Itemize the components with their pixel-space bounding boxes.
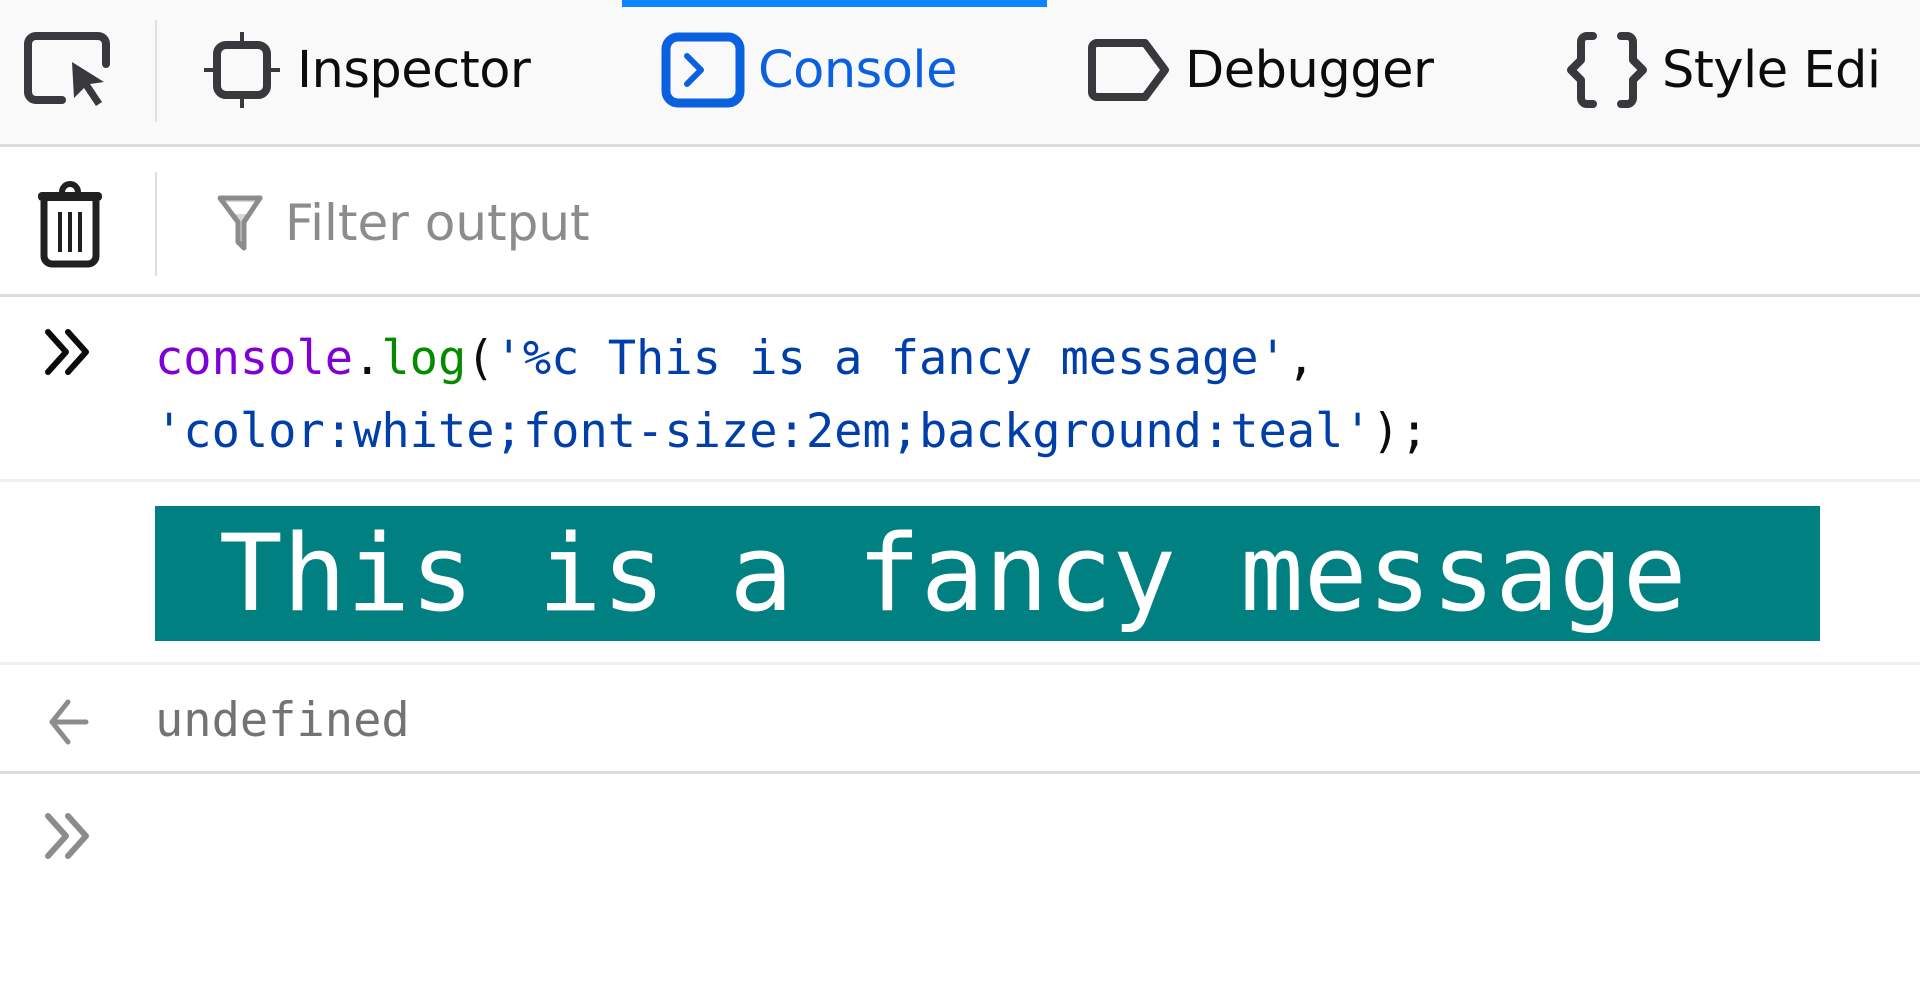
- console-prompt: [0, 777, 1920, 993]
- console-input[interactable]: [155, 797, 1895, 877]
- filter-field[interactable]: [205, 178, 1905, 268]
- styled-log-text: This is a fancy message: [155, 506, 1820, 641]
- tab-console[interactable]: Console: [658, 25, 957, 115]
- code-token-paren: (: [466, 331, 495, 386]
- devtools-toolbar: Inspector Console Debugger Style Edi: [0, 0, 1920, 147]
- console-input-entry: console.log('%c This is a fancy message'…: [0, 300, 1920, 482]
- filter-separator: [155, 172, 157, 276]
- code-token-object: console: [155, 331, 354, 386]
- input-code: console.log('%c This is a fancy message'…: [155, 322, 1428, 468]
- trash-icon: [38, 181, 102, 268]
- tab-style-editor[interactable]: Style Edi: [1562, 25, 1881, 115]
- tab-label: Debugger: [1185, 40, 1434, 100]
- double-chevron-right-icon: [45, 813, 89, 859]
- console-icon: [658, 30, 748, 110]
- code-token-dot: .: [353, 331, 382, 386]
- tab-label: Console: [758, 40, 957, 100]
- filter-input[interactable]: [285, 194, 1785, 252]
- code-token-string: '%c This is a fancy message': [494, 331, 1287, 386]
- element-picker-button[interactable]: [22, 30, 114, 110]
- element-picker-icon: [24, 32, 110, 106]
- arrow-left-icon: [49, 699, 89, 745]
- result-value: undefined: [155, 693, 410, 748]
- code-token-string: 'color:white;font-size:2em;background:te…: [155, 404, 1372, 459]
- code-token-close: );: [1371, 404, 1429, 459]
- console-result-entry: undefined: [0, 668, 1920, 774]
- inspector-icon: [197, 30, 287, 110]
- code-token-method: log: [381, 331, 467, 386]
- console-filter-bar: [0, 150, 1920, 297]
- tab-label: Style Edi: [1662, 40, 1881, 100]
- filter-funnel-icon: [217, 195, 263, 251]
- double-chevron-right-icon: [45, 329, 89, 375]
- tab-debugger[interactable]: Debugger: [1085, 25, 1434, 115]
- toolbar-separator: [155, 20, 157, 122]
- style-editor-icon: [1562, 30, 1652, 110]
- clear-console-button[interactable]: [28, 180, 113, 270]
- tab-label: Inspector: [297, 40, 531, 100]
- code-token-comma: ,: [1286, 331, 1316, 386]
- console-log-message: This is a fancy message: [0, 485, 1920, 665]
- debugger-icon: [1085, 30, 1175, 110]
- active-tab-indicator: [622, 0, 1047, 7]
- tab-inspector[interactable]: Inspector: [197, 25, 531, 115]
